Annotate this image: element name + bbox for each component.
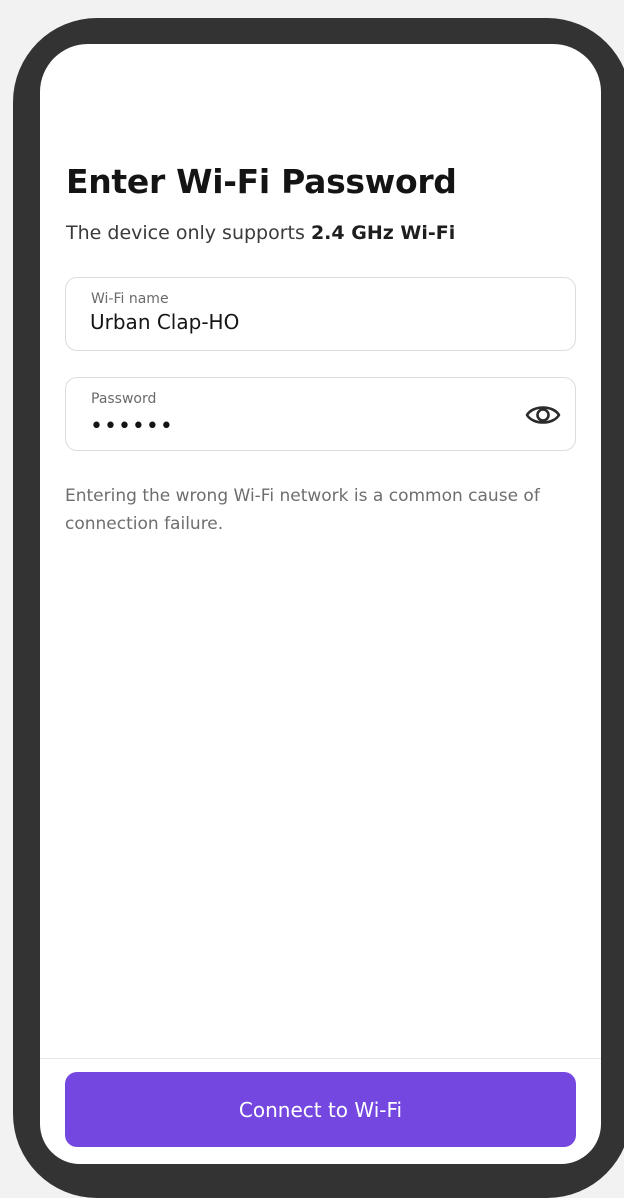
frequency-highlight: 2.4 GHz Wi-Fi — [310, 222, 456, 244]
page-subtitle: The device only supports 2.4 GHz Wi-Fi — [66, 222, 455, 244]
wifi-name-field[interactable]: Wi-Fi name — [65, 277, 576, 351]
password-label: Password — [91, 391, 157, 407]
wifi-name-input[interactable] — [90, 310, 510, 334]
eye-icon — [525, 406, 561, 424]
password-field[interactable]: Password — [65, 377, 576, 451]
subtitle-text: The device only supports — [66, 222, 311, 244]
hint-text: Entering the wrong Wi-Fi network is a co… — [65, 486, 540, 534]
wifi-name-label: Wi-Fi name — [91, 291, 169, 307]
connect-button[interactable]: Connect to Wi-Fi — [65, 1072, 576, 1147]
password-input[interactable] — [90, 414, 510, 439]
page-title: Enter Wi-Fi Password — [66, 162, 457, 201]
app-screen: Enter Wi-Fi Password The device only sup… — [40, 44, 601, 1164]
show-password-button[interactable] — [523, 400, 563, 430]
bottom-divider — [40, 1058, 601, 1059]
